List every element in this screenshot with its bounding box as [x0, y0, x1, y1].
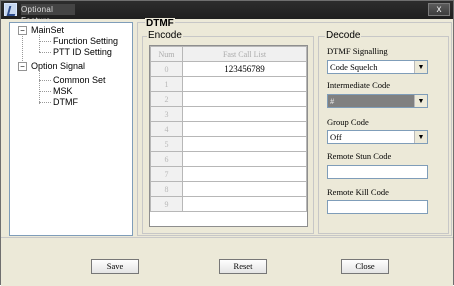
close-window-button[interactable]: x — [428, 3, 450, 16]
close-label: Close — [355, 261, 375, 271]
close-button[interactable]: Close — [341, 259, 389, 274]
chevron-down-icon[interactable]: ▼ — [414, 61, 427, 73]
dtmf-signalling-select[interactable]: Code Squelch ▼ — [327, 60, 428, 74]
dtmf-panel: DTMF Encode Num Fast Call List 0 12345678… — [137, 18, 452, 236]
tree-item-function-setting[interactable]: Function Setting — [53, 36, 118, 46]
intermediate-code-value: # — [330, 96, 335, 106]
tree-item-dtmf[interactable]: DTMF — [53, 97, 78, 107]
fast-call-cell[interactable] — [182, 196, 307, 212]
remote-stun-code-input[interactable] — [327, 165, 428, 179]
fast-call-cell[interactable]: 123456789 — [182, 61, 307, 77]
group-code-value: Off — [330, 132, 342, 142]
reset-button[interactable]: Reset — [219, 259, 267, 274]
remote-kill-code-input[interactable] — [327, 200, 428, 214]
title-bar: Optional Feature x — [1, 1, 453, 25]
decode-title: Decode — [325, 30, 362, 41]
row-number: 4 — [150, 121, 183, 137]
num-header: Num — [150, 46, 183, 62]
table-row: 1 — [150, 76, 307, 92]
encode-title: Encode — [147, 30, 183, 41]
row-number: 3 — [150, 106, 183, 122]
fast-call-cell[interactable] — [182, 121, 307, 137]
fast-call-table: Num Fast Call List 0 123456789 1 2 3 4 5 … — [150, 46, 307, 212]
row-number: 0 — [150, 61, 183, 77]
row-number: 2 — [150, 91, 183, 107]
row-number: 5 — [150, 136, 183, 152]
row-number: 8 — [150, 181, 183, 197]
table-row: 7 — [150, 166, 307, 182]
row-number: 7 — [150, 166, 183, 182]
row-number: 1 — [150, 76, 183, 92]
fast-call-cell[interactable] — [182, 106, 307, 122]
dtmf-group: DTMF Encode Num Fast Call List 0 12345678… — [137, 18, 452, 236]
chevron-down-icon[interactable]: ▼ — [414, 95, 427, 107]
tree-item-msk[interactable]: MSK — [53, 86, 73, 96]
decode-group: Decode DTMF Signalling Code Squelch ▼ In… — [318, 30, 449, 234]
fast-call-cell[interactable] — [182, 151, 307, 167]
table-row: 5 — [150, 136, 307, 152]
tree-item-option-signal[interactable]: Option Signal — [31, 61, 85, 71]
table-row: 8 — [150, 181, 307, 197]
tree-item-mainset[interactable]: MainSet — [31, 25, 64, 35]
tree-item-common-set[interactable]: Common Set — [53, 75, 106, 85]
fast-call-cell[interactable] — [182, 181, 307, 197]
app-icon — [4, 3, 17, 16]
group-code-label: Group Code — [327, 117, 369, 127]
table-row: 4 — [150, 121, 307, 137]
fast-call-list-header: Fast Call List — [182, 46, 307, 62]
chevron-down-icon[interactable]: ▼ — [414, 131, 427, 143]
row-number: 6 — [150, 151, 183, 167]
fast-call-cell[interactable] — [182, 166, 307, 182]
mainset-collapse-icon[interactable]: − — [18, 26, 27, 35]
fast-call-cell[interactable] — [182, 136, 307, 152]
group-code-select[interactable]: Off ▼ — [327, 130, 428, 144]
table-row: 0 123456789 — [150, 61, 307, 77]
table-row: 6 — [150, 151, 307, 167]
window-title: Optional Feature — [21, 4, 75, 25]
intermediate-code-label: Intermediate Code — [327, 80, 391, 90]
table-row: 2 — [150, 91, 307, 107]
dtmf-signalling-value: Code Squelch — [330, 62, 378, 72]
encode-group: Encode Num Fast Call List 0123456789 1 — [142, 30, 314, 234]
save-button[interactable]: Save — [91, 259, 139, 274]
save-label: Save — [106, 261, 124, 271]
remote-stun-code-label: Remote Stun Code — [327, 151, 392, 161]
dtmf-group-title: DTMF — [145, 18, 175, 29]
intermediate-code-select[interactable]: # ▼ — [327, 94, 428, 108]
fast-call-cell[interactable] — [182, 76, 307, 92]
remote-kill-code-label: Remote Kill Code — [327, 187, 389, 197]
option-signal-collapse-icon[interactable]: − — [18, 62, 27, 71]
reset-label: Reset — [233, 261, 253, 271]
table-row: 3 — [150, 106, 307, 122]
fast-call-grid: Num Fast Call List 0 123456789 1 2 3 4 5 … — [149, 45, 308, 227]
tree-item-ptt-id-setting[interactable]: PTT ID Setting — [53, 47, 112, 57]
optional-feature-window: Optional Feature x − MainSet Function Se… — [0, 0, 454, 286]
feature-tree: − MainSet Function Setting PTT ID Settin… — [9, 22, 133, 236]
dtmf-signalling-label: DTMF Signalling — [327, 46, 388, 56]
row-number: 9 — [150, 196, 183, 212]
table-row: 9 — [150, 196, 307, 212]
fast-call-cell[interactable] — [182, 91, 307, 107]
